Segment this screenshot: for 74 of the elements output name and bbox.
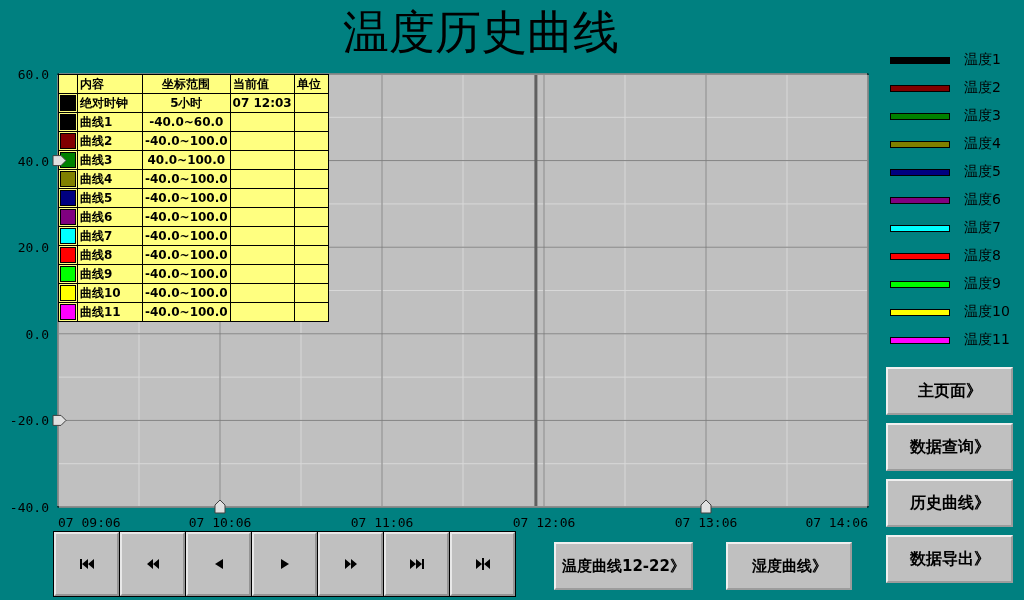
playback-button[interactable] (318, 532, 383, 596)
axis-label: 07 14:06 (805, 515, 868, 530)
axis-label: 0.0 (25, 326, 49, 342)
table-cell: 曲线9 (77, 264, 143, 284)
table-cell: -40.0~100.0 (142, 264, 231, 284)
nav-button[interactable]: 温度曲线12-22》 (554, 542, 693, 590)
cursor-handle[interactable] (700, 499, 712, 514)
page-title: 温度历史曲线 (343, 9, 619, 55)
legend-label: 温度2 (964, 79, 1001, 97)
table-cell: 曲线4 (77, 169, 143, 189)
table-cell: 曲线3 (77, 150, 143, 170)
table-cell: 曲线11 (77, 302, 143, 322)
axis-label: -40.0 (9, 500, 49, 515)
table-cell: 绝对时钟 (77, 93, 143, 113)
legend-label: 温度9 (964, 275, 1001, 293)
legend-label: 温度7 (964, 219, 1001, 237)
cursor-handle[interactable] (52, 155, 67, 167)
axis-label: -20.0 (9, 413, 49, 429)
table-cell: 曲线6 (77, 207, 143, 227)
table-cell: -40.0~100.0 (142, 283, 231, 303)
table-cell: 40.0~100.0 (142, 150, 231, 170)
table-cell: 曲线7 (77, 226, 143, 246)
column-header: 单位 (294, 74, 329, 94)
nav-button[interactable]: 数据导出》 (886, 535, 1013, 583)
table-cell: 曲线2 (77, 131, 143, 151)
table-cell: -40.0~100.0 (142, 169, 231, 189)
nav-button[interactable]: 湿度曲线》 (726, 542, 852, 590)
playback-button[interactable] (186, 532, 251, 596)
legend-label: 温度6 (964, 191, 1001, 209)
table-cell: 曲线1 (77, 112, 143, 132)
table-cell: 5小时 (142, 93, 231, 113)
table-cell: -40.0~100.0 (142, 207, 231, 227)
table-cell: 曲线10 (77, 283, 143, 303)
table-cell: -40.0~100.0 (142, 245, 231, 265)
legend-label: 温度3 (964, 107, 1001, 125)
axis-label: 40.0 (17, 153, 49, 169)
axis-label: 07 10:06 (188, 515, 252, 530)
legend-label: 温度10 (964, 303, 1010, 321)
nav-button[interactable]: 历史曲线》 (886, 479, 1013, 527)
first-icon (78, 557, 95, 571)
column-header: 坐标范围 (142, 74, 231, 94)
table-cell: 曲线8 (77, 245, 143, 265)
table-cell: -40.0~100.0 (142, 226, 231, 246)
column-header: 当前值 (230, 74, 295, 94)
legend-label: 温度11 (964, 331, 1010, 349)
cursor-handle[interactable] (214, 499, 226, 514)
column-header: 内容 (77, 74, 143, 94)
playback-button[interactable] (54, 532, 119, 596)
legend-label: 温度8 (964, 247, 1001, 265)
axis-label: 07 12:06 (512, 515, 576, 530)
table-cell: 07 12:03 (230, 93, 295, 113)
axis-label: 20.0 (17, 240, 49, 256)
playback-button[interactable] (120, 532, 185, 596)
playback-button[interactable] (384, 532, 449, 596)
nav-button[interactable]: 数据查询》 (886, 423, 1013, 471)
play-button[interactable] (252, 532, 317, 596)
axis-label: 07 09:06 (58, 515, 121, 530)
legend-label: 温度1 (964, 51, 1001, 69)
playback-button[interactable] (450, 532, 515, 596)
last-icon (408, 557, 425, 571)
table-cell: -40.0~100.0 (142, 188, 231, 208)
legend-label: 温度5 (964, 163, 1001, 181)
axis-label: 07 11:06 (350, 515, 414, 530)
table-cell: 曲线5 (77, 188, 143, 208)
legend-label: 温度4 (964, 135, 1001, 153)
table-cell: -40.0~60.0 (142, 112, 231, 132)
cursor-line[interactable] (534, 75, 538, 506)
axis-label: 60.0 (17, 67, 49, 82)
fastfwd-icon (342, 557, 359, 571)
cursor-handle[interactable] (52, 414, 67, 426)
table-cell: -40.0~100.0 (142, 302, 231, 322)
table-cell: -40.0~100.0 (142, 131, 231, 151)
nav-button[interactable]: 主页面》 (886, 367, 1013, 415)
axis-label: 07 13:06 (674, 515, 738, 530)
